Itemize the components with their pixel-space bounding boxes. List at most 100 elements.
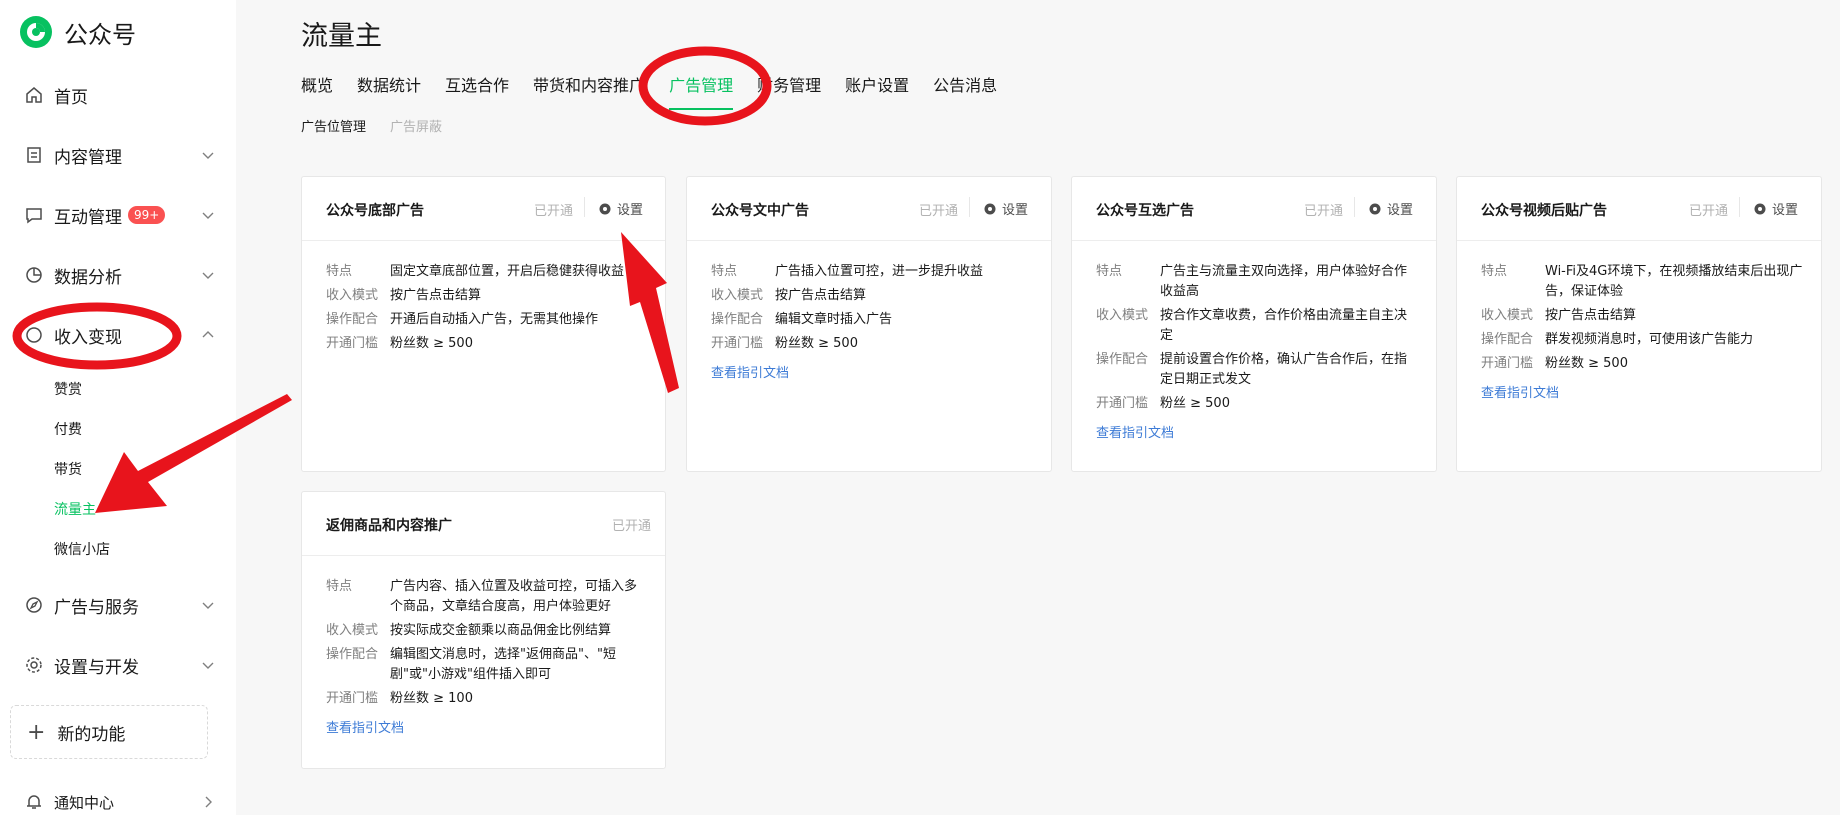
ad-card-in-article: 公众号文中广告 已开通 设置 特点 广告插入位置可控，进一步提升收益 收入模式 按广…	[686, 176, 1052, 472]
settings-button[interactable]: 设置	[598, 199, 643, 218]
logo[interactable]: 公众号	[18, 14, 136, 50]
row-key: 操作配合	[711, 312, 764, 327]
sidebar-item-ads-services[interactable]: 广告与服务	[0, 585, 236, 625]
doc-link[interactable]: 查看指引文档	[326, 719, 647, 739]
sidebar-item-monetization[interactable]: 收入变现	[0, 315, 236, 355]
settings-button[interactable]: 设置	[1368, 199, 1413, 218]
ad-card-bottom: 公众号底部广告 已开通 设置 特点 固定文章底部位置，开启后稳健获得收益 收入模式…	[301, 176, 666, 472]
sidebar-subitem-traffic-master[interactable]: 流量主	[54, 499, 96, 519]
feature-row: 特点 广告内容、插入位置及收益可控，可插入多个商品，文章结合度高，用户体验更好	[326, 577, 647, 617]
chevron-up-icon	[202, 331, 214, 338]
row-value: 提前设置合作价格，确认广告合作后，在指定日期正式发文	[1160, 352, 1408, 387]
card-header: 公众号互选广告 已开通 设置	[1072, 177, 1436, 241]
row-value: 粉丝 ≥ 500	[1160, 396, 1230, 411]
doc-link[interactable]: 查看指引文档	[711, 364, 1033, 384]
tab-overview[interactable]: 概览	[301, 72, 333, 110]
status-badge: 已开通	[612, 519, 652, 534]
row-key: 特点	[326, 579, 353, 594]
row-key: 操作配合	[1481, 332, 1534, 347]
divider	[584, 197, 585, 217]
row-key: 特点	[1096, 264, 1123, 279]
divider	[1739, 197, 1740, 217]
operate-row: 操作配合 提前设置合作价格，确认广告合作后，在指定日期正式发文	[1096, 350, 1418, 390]
subtab-ad-block[interactable]: 广告屏蔽	[390, 116, 442, 135]
income-row: 收入模式 按实际成交金额乘以商品佣金比例结算	[326, 621, 647, 641]
sidebar-item-label: 设置与开发	[54, 657, 139, 678]
tab-announcements[interactable]: 公告消息	[933, 72, 997, 110]
tab-commerce-promotion[interactable]: 带货和内容推广	[533, 72, 645, 110]
row-key: 特点	[326, 264, 353, 279]
chevron-down-icon	[202, 662, 214, 669]
card-body: 特点 Wi-Fi及4G环境下，在视频播放结束后出现广告，保证体验 收入模式 按广告点…	[1481, 262, 1803, 404]
sidebar-subitem-paid[interactable]: 付费	[54, 419, 82, 439]
settings-button[interactable]: 设置	[983, 199, 1028, 218]
doc-link[interactable]: 查看指引文档	[1096, 424, 1418, 444]
sidebar-item-label: 数据分析	[54, 267, 122, 288]
sidebar-subitem-commerce[interactable]: 带货	[54, 459, 82, 479]
sidebar-item-interaction[interactable]: 互动管理 99+	[0, 195, 236, 235]
card-title: 公众号文中广告	[711, 203, 809, 219]
main-tabs: 概览 数据统计 互选合作 带货和内容推广 广告管理 财务管理 账户设置 公告消息	[301, 72, 1021, 110]
new-feature-button[interactable]: + 新的功能	[10, 705, 208, 759]
chevron-down-icon	[202, 212, 214, 219]
tab-finance[interactable]: 财务管理	[757, 72, 821, 110]
doc-link[interactable]: 查看指引文档	[1481, 384, 1803, 404]
row-value: 粉丝数 ≥ 500	[1545, 356, 1628, 371]
tab-statistics[interactable]: 数据统计	[357, 72, 421, 110]
row-value: 粉丝数 ≥ 500	[775, 336, 858, 351]
notification-badge: 99+	[128, 206, 166, 224]
row-value: 广告插入位置可控，进一步提升收益	[775, 264, 984, 279]
operate-row: 操作配合 开通后自动插入广告，无需其他操作	[326, 310, 647, 330]
settings-button[interactable]: 设置	[1753, 199, 1798, 218]
home-icon	[24, 85, 44, 105]
sub-tabs: 广告位管理 广告屏蔽	[301, 116, 466, 135]
sidebar-item-home[interactable]: 首页	[0, 75, 236, 115]
tab-account-settings[interactable]: 账户设置	[845, 72, 909, 110]
sidebar-item-notifications[interactable]: 通知中心	[0, 782, 236, 815]
gear-icon	[24, 655, 44, 675]
settings-label: 设置	[617, 203, 644, 218]
subtab-ad-slots[interactable]: 广告位管理	[301, 116, 366, 135]
message-icon	[24, 205, 44, 225]
income-row: 收入模式 按广告点击结算	[326, 286, 647, 306]
status-badge: 已开通	[534, 204, 574, 219]
feature-row: 特点 广告插入位置可控，进一步提升收益	[711, 262, 1033, 282]
divider	[1354, 197, 1355, 217]
row-value: 按合作文章收费，合作价格由流量主自主决定	[1160, 308, 1408, 343]
sidebar-item-label: 通知中心	[54, 793, 115, 812]
row-key: 开通门槛	[1096, 396, 1149, 411]
chevron-right-icon	[205, 796, 212, 808]
sidebar-subitem-wechat-shop[interactable]: 微信小店	[54, 539, 110, 559]
sidebar-subitem-reward[interactable]: 赞赏	[54, 379, 82, 399]
chevron-down-icon	[202, 272, 214, 279]
row-value: 群发视频消息时，可使用该广告能力	[1545, 332, 1754, 347]
sidebar-item-settings-dev[interactable]: 设置与开发	[0, 645, 236, 685]
card-body: 特点 广告插入位置可控，进一步提升收益 收入模式 按广告点击结算 操作配合 编辑文章时…	[711, 262, 1033, 384]
row-key: 收入模式	[711, 288, 764, 303]
tab-mutual-selection[interactable]: 互选合作	[445, 72, 509, 110]
sidebar-item-content[interactable]: 内容管理	[0, 135, 236, 175]
operate-row: 操作配合 编辑文章时插入广告	[711, 310, 1033, 330]
row-key: 开通门槛	[711, 336, 764, 351]
card-title: 返佣商品和内容推广	[326, 518, 452, 534]
operate-row: 操作配合 编辑图文消息时，选择"返佣商品"、"短剧"或"小游戏"组件插入即可	[326, 645, 647, 685]
app-title: 公众号	[64, 20, 136, 49]
income-row: 收入模式 按广告点击结算	[1481, 306, 1803, 326]
card-header: 公众号底部广告 已开通 设置	[302, 177, 665, 241]
wechat-official-logo-icon	[20, 16, 52, 48]
operate-row: 操作配合 群发视频消息时，可使用该广告能力	[1481, 330, 1803, 350]
threshold-row: 开通门槛 粉丝数 ≥ 500	[1481, 354, 1803, 374]
card-title: 公众号互选广告	[1096, 203, 1194, 219]
tab-ad-management[interactable]: 广告管理	[669, 72, 734, 110]
row-key: 收入模式	[326, 623, 379, 638]
row-value: Wi-Fi及4G环境下，在视频播放结束后出现广告，保证体验	[1545, 264, 1803, 299]
row-value: 广告内容、插入位置及收益可控，可插入多个商品，文章结合度高，用户体验更好	[390, 579, 638, 614]
gear-icon	[1754, 203, 1766, 214]
card-body: 特点 固定文章底部位置，开启后稳健获得收益 收入模式 按广告点击结算 操作配合 开通后…	[326, 262, 647, 358]
settings-label: 设置	[1002, 203, 1029, 218]
sidebar-item-analytics[interactable]: 数据分析	[0, 255, 236, 295]
divider	[969, 197, 970, 217]
bell-icon	[24, 792, 44, 812]
feature-row: 特点 广告主与流量主双向选择，用户体验好合作收益高	[1096, 262, 1418, 302]
sidebar-item-label: 广告与服务	[54, 597, 139, 618]
